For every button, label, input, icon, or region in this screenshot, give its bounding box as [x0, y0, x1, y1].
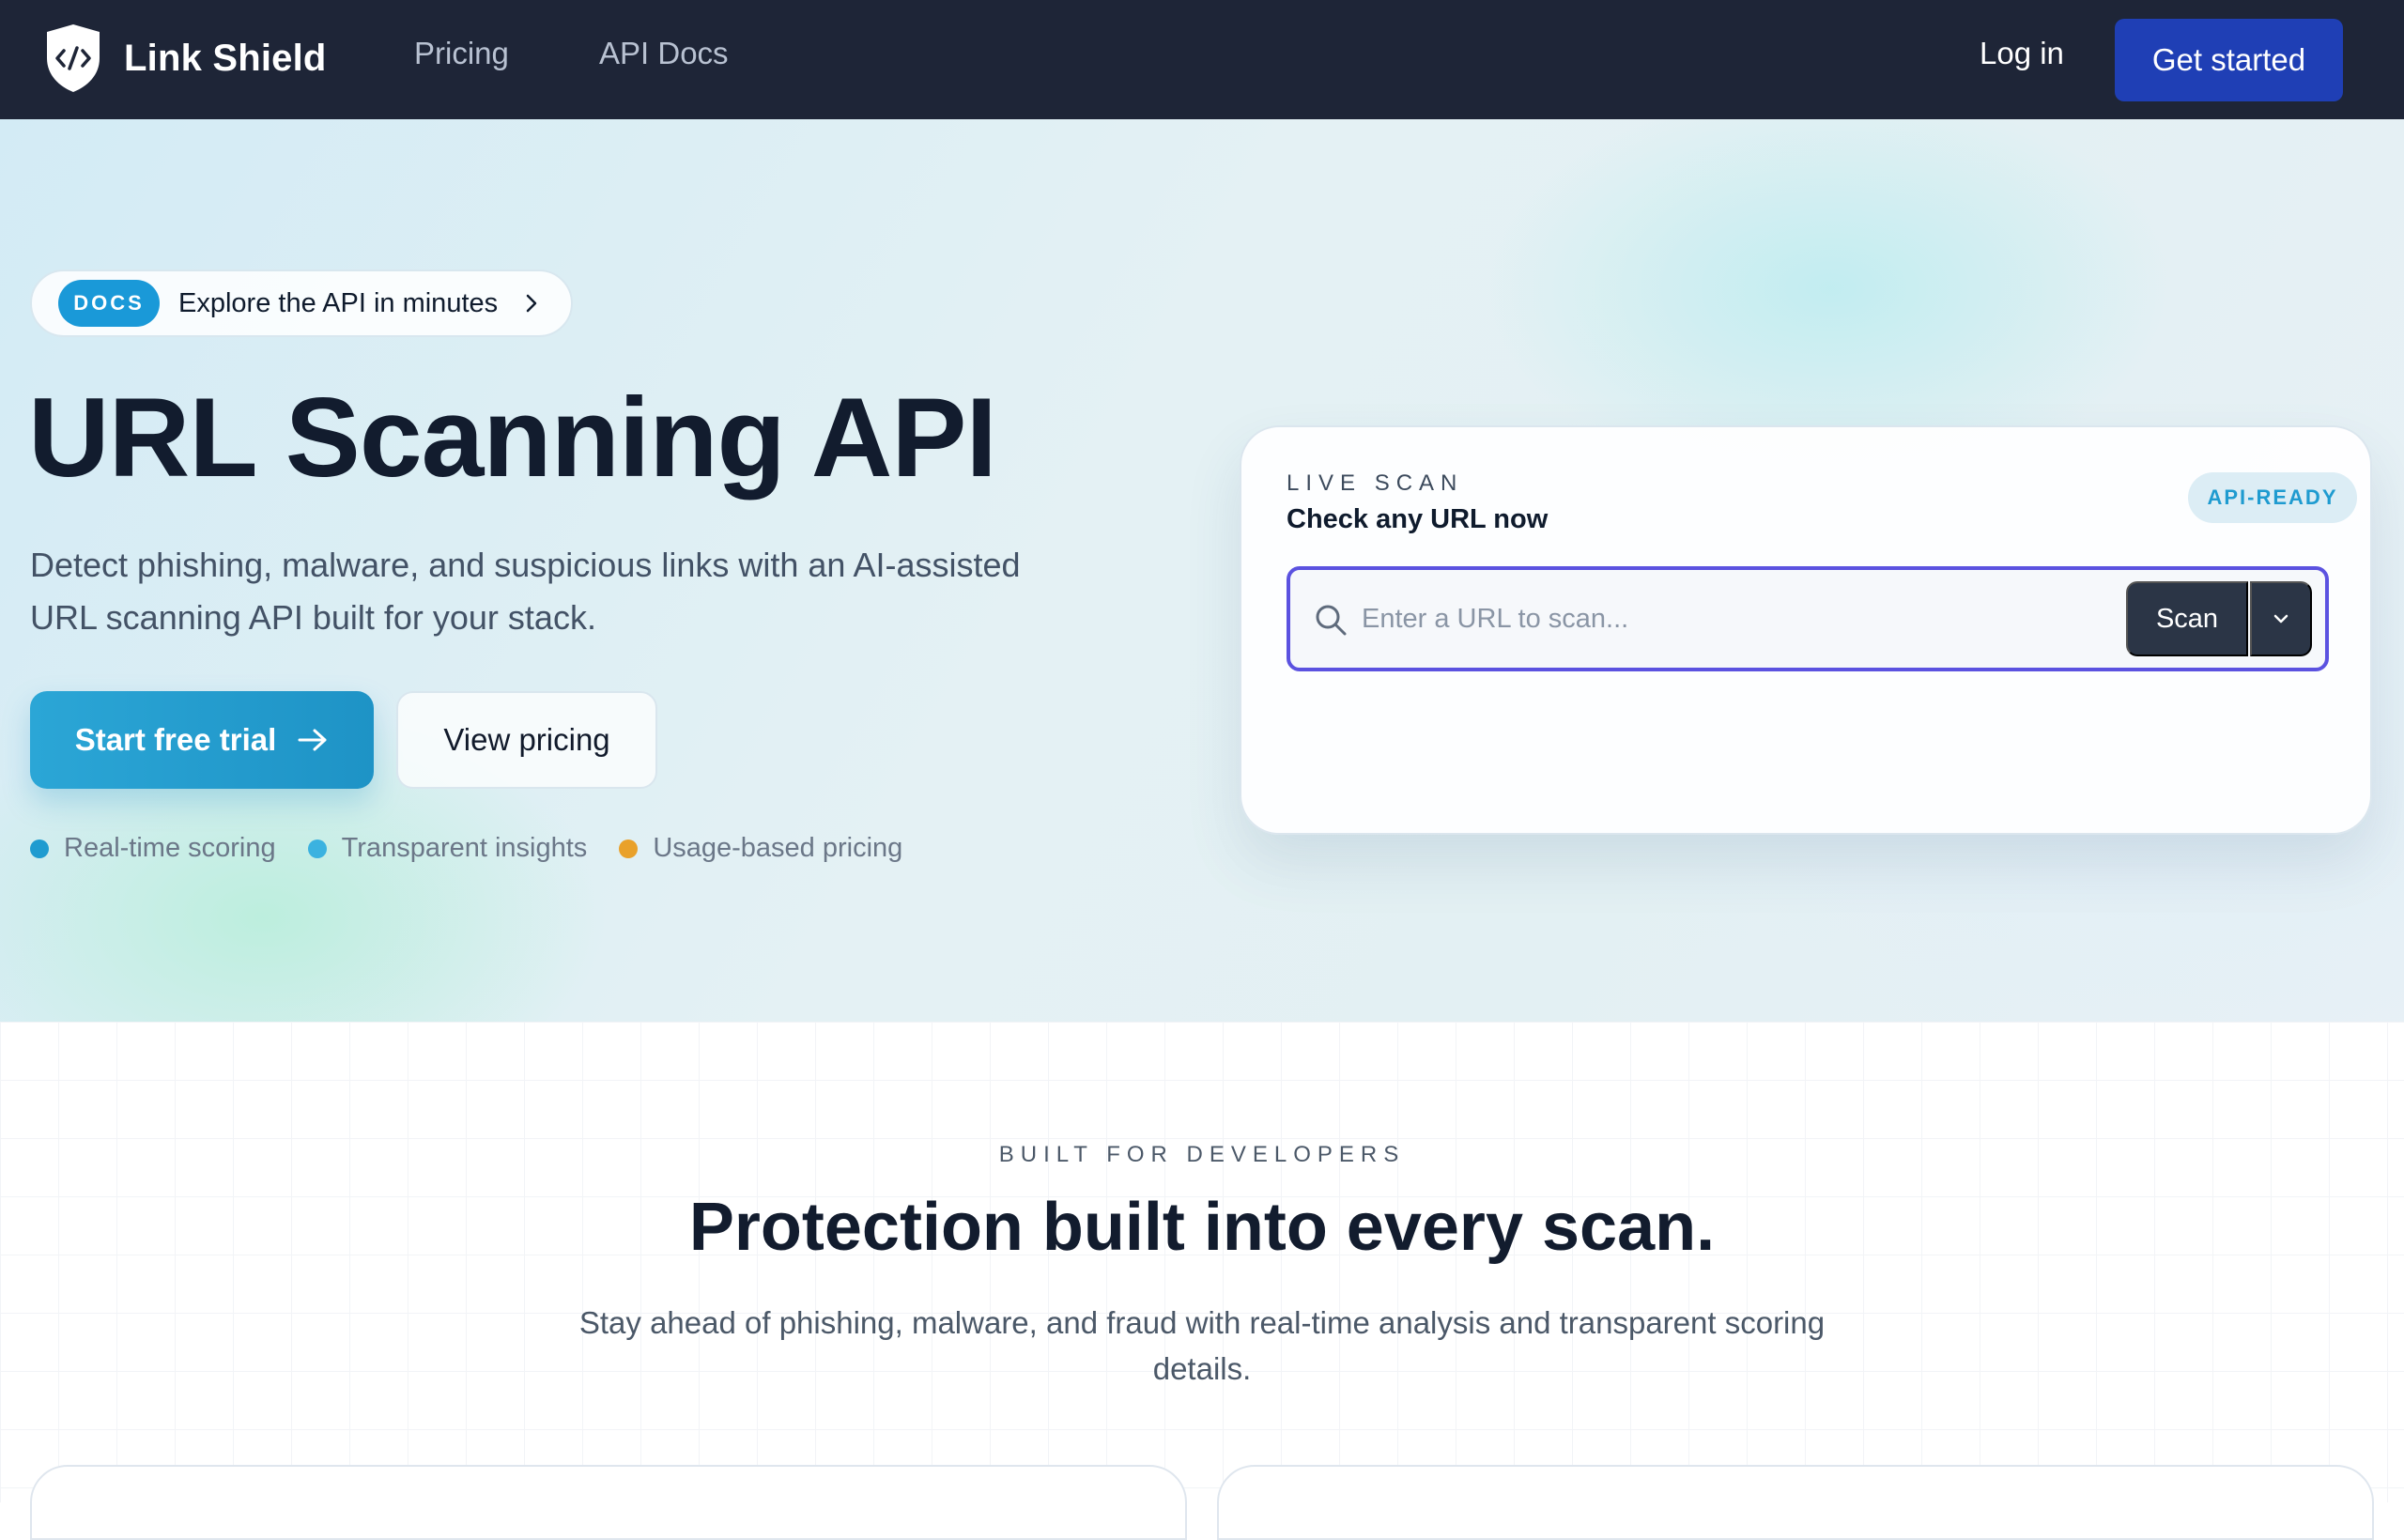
feature-label: Real-time scoring — [64, 833, 276, 863]
section-eyebrow: BUILT FOR DEVELOPERS — [998, 1142, 1406, 1167]
docs-announcement-pill[interactable]: DOCS Explore the API in minutes — [30, 270, 573, 337]
hero-subtitle: Detect phishing, malware, and suspicious… — [30, 546, 1021, 637]
live-scan-card: LIVE SCAN Check any URL now API-READY Sc… — [1240, 425, 2372, 835]
section-title: Protection built into every scan. — [688, 1190, 1716, 1265]
feature-card — [30, 1465, 1187, 1540]
feature-dot — [307, 839, 327, 858]
brand-name: Link Shield — [124, 37, 327, 79]
feature-label: Transparent insights — [341, 833, 588, 863]
chevron-right-icon — [526, 294, 537, 313]
get-started-button[interactable]: Get started — [2115, 19, 2343, 101]
scan-url-input[interactable] — [1362, 594, 2094, 643]
developers-section: BUILT FOR DEVELOPERS Protection built in… — [0, 1022, 2404, 1540]
feature-dot — [30, 839, 49, 858]
api-ready-badge: API-READY — [2188, 472, 2357, 523]
docs-pill-text: Explore the API in minutes — [178, 287, 499, 318]
login-link[interactable]: Log in — [1980, 36, 2064, 71]
nav-link-pricing[interactable]: Pricing — [414, 36, 509, 71]
feature-usage-based-pricing: Usage-based pricing — [619, 833, 902, 864]
search-icon — [1316, 605, 1347, 636]
scan-eyebrow: LIVE SCAN — [1287, 470, 1464, 496]
start-free-trial-button[interactable]: Start free trial — [30, 691, 374, 789]
top-navbar: Link Shield Pricing API Docs Log in Get … — [0, 0, 2404, 119]
section-subtitle: Stay ahead of phishing, malware, and fra… — [578, 1305, 1826, 1386]
shield-code-icon — [47, 24, 100, 92]
feature-transparent-insights: Transparent insights — [307, 833, 588, 864]
scan-heading: Check any URL now — [1287, 504, 1549, 534]
arrow-right-icon — [298, 729, 327, 751]
nav-link-api-docs[interactable]: API Docs — [599, 36, 729, 71]
chevron-down-icon — [2273, 614, 2288, 624]
scan-url-field[interactable]: Scan — [1287, 566, 2329, 671]
feature-list: Real-time scoring Transparent insights U… — [30, 833, 934, 864]
brand-logo-link[interactable]: Link Shield — [43, 23, 327, 94]
feature-dot — [619, 839, 639, 858]
docs-badge: DOCS — [58, 280, 160, 327]
feature-card — [1217, 1465, 2374, 1540]
start-free-trial-label: Start free trial — [74, 722, 277, 757]
scan-options-dropdown[interactable] — [2250, 581, 2312, 656]
hero-title: URL Scanning API — [28, 375, 997, 500]
feature-real-time-scoring: Real-time scoring — [30, 833, 276, 864]
view-pricing-button[interactable]: View pricing — [396, 691, 657, 789]
feature-label: Usage-based pricing — [653, 833, 903, 863]
scan-button[interactable]: Scan — [2126, 581, 2248, 656]
